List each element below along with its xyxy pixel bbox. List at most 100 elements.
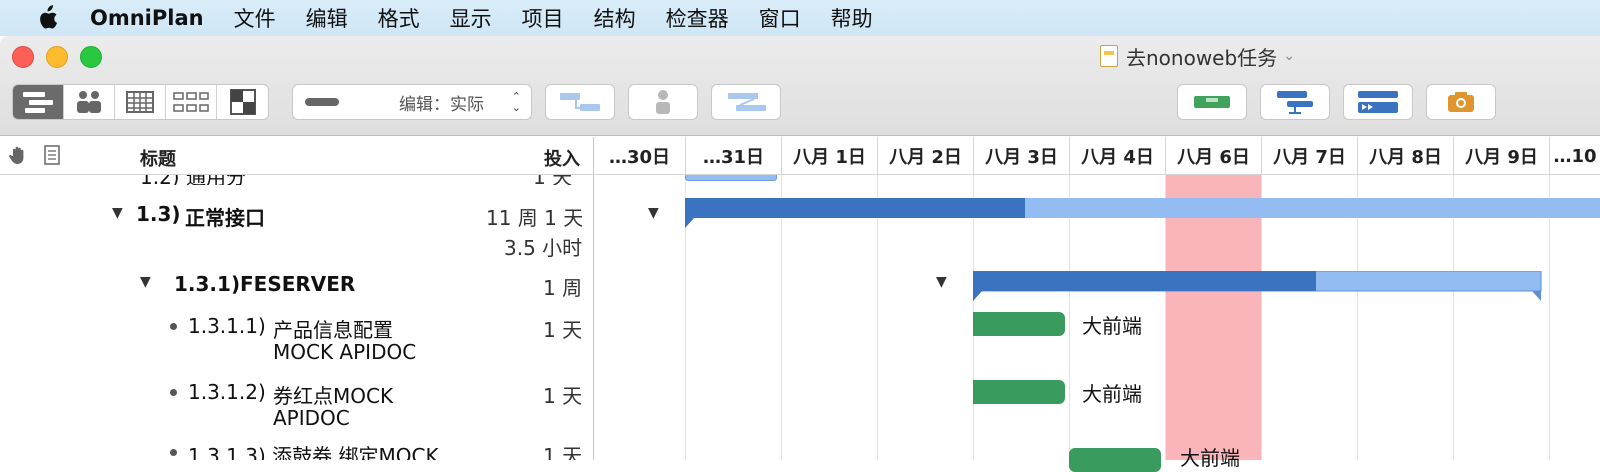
note-icon[interactable] [44,145,60,169]
menu-window[interactable]: 窗口 [759,3,801,33]
resource-label: 大前端 [1180,446,1240,470]
calendar-view-button[interactable] [115,85,166,119]
hierarchy-icon [1277,91,1313,114]
assign-resource-button[interactable] [628,84,698,120]
date-header: 八月 3日 [973,137,1069,175]
title-column-header[interactable]: 标题 [140,145,176,171]
task-title[interactable]: FESERVER [240,272,355,296]
menu-project[interactable]: 项目 [522,3,564,33]
split-task-button[interactable] [711,84,781,120]
group-bar-1-3-1[interactable] [973,271,1543,303]
task-view-button[interactable] [13,85,64,119]
task-bar-1-3-1-2[interactable] [973,380,1065,404]
hand-icon[interactable] [8,145,28,169]
chevron-down-icon: ⌄ [1283,48,1295,64]
checker-icon [229,89,256,115]
actual-bar-icon [305,98,339,106]
menu-structure[interactable]: 结构 [594,3,636,33]
resource-label: 大前端 [1082,314,1142,338]
styles-view-button[interactable] [217,85,268,119]
task-effort-detail: 3.5 小时 [504,236,583,260]
task-title[interactable]: 正常接口 [185,202,265,231]
view-mode-control [12,84,269,120]
date-header: 八月 7日 [1261,137,1357,175]
people-icon [77,91,101,113]
menu-inspectors[interactable]: 检查器 [666,3,729,33]
task-number: 1.3) [136,202,181,226]
column-header-row: 标题 投入 …30日 …31日 八月 1日 八月 2日 八月 3日 八月 4日 … [0,137,1600,175]
calendar-icon [126,91,154,113]
catch-up-button[interactable] [1343,84,1413,120]
date-header: …10 [1549,137,1600,175]
camera-icon [1448,92,1474,112]
date-header: 八月 6日 [1165,137,1261,175]
task-title: 1.2) 通用分 [140,175,246,185]
menu-file[interactable]: 文件 [234,3,276,33]
effort-column-header[interactable]: 投入 [544,145,580,171]
edit-mode-popup[interactable]: 编辑：实际 ⌃ ⌄ [292,84,532,120]
stepper-arrows-icon: ⌃ ⌄ [511,90,521,114]
task-bullet-icon [170,323,177,330]
date-header: 八月 2日 [877,137,973,175]
task-number: 1.3.1.1) [188,314,266,338]
task-bullet-icon [170,389,177,396]
task-effort: 1 天 [533,175,572,185]
menu-view[interactable]: 显示 [450,3,492,33]
date-header: 八月 9日 [1453,137,1549,175]
task-bar-1-3-1-3[interactable] [1069,448,1161,472]
disclosure-triangle-icon[interactable]: ▼ [112,205,123,221]
task-effort[interactable]: 1 天 [543,314,582,343]
snapshot-button[interactable] [1426,84,1496,120]
document-icon [1100,45,1118,67]
menu-bar: OmniPlan 文件 编辑 格式 显示 项目 结构 检查器 窗口 帮助 [0,0,1600,36]
task-number: 1.3.1.2) [188,380,266,404]
zoom-window-button[interactable] [80,46,102,68]
task-title[interactable]: 券红点MOCK [273,380,393,409]
task-title-line2[interactable]: MOCK APIDOC [273,340,416,364]
center-task-button[interactable] [1260,84,1330,120]
outline-row-partial[interactable]: 1.2) 通用分 1 天 [0,175,593,185]
task-bar-1-3-1-1[interactable] [973,312,1065,336]
menu-format[interactable]: 格式 [378,3,420,33]
person-icon [656,90,670,114]
task-bullet-icon [170,449,177,456]
date-header: …30日 [593,137,685,175]
date-header: 八月 1日 [781,137,877,175]
task-title-line2[interactable]: APIDOC [273,406,350,430]
document-title[interactable]: 去nonoweb任务 ⌄ [1100,42,1295,70]
task-title[interactable]: 产品信息配置 [273,314,393,343]
group-bar-1-3[interactable] [685,198,1600,230]
resource-label: 大前端 [1082,382,1142,406]
minimize-window-button[interactable] [46,46,68,68]
task-view-icon [23,92,53,113]
menu-help[interactable]: 帮助 [831,3,873,33]
split-task-icon [728,93,766,111]
task-title: 1.3.1.3) 添鼓券 绑定MOCK [188,444,439,460]
network-icon [173,92,209,112]
date-header: …31日 [685,137,781,175]
outline-gantt-divider[interactable] [593,137,594,460]
task-effort[interactable]: 1 周 [543,272,582,301]
task-effort[interactable]: 11 周 1 天 [486,202,583,231]
apple-icon[interactable] [32,5,62,31]
outline-row-partial[interactable]: 1.3.1.3) 添鼓券 绑定MOCK 1 天 [0,440,593,460]
close-window-button[interactable] [12,46,34,68]
disclosure-triangle-icon[interactable]: ▼ [936,274,947,290]
menu-edit[interactable]: 编辑 [306,3,348,33]
date-header: 八月 8日 [1357,137,1453,175]
level-icon [1194,96,1230,108]
network-view-button[interactable] [166,85,217,119]
disclosure-triangle-icon[interactable]: ▼ [648,205,659,221]
task-effort[interactable]: 1 天 [543,380,582,409]
connect-tasks-button[interactable] [545,84,615,120]
level-resources-button[interactable] [1177,84,1247,120]
task-number: 1.3.1) [174,272,241,296]
disclosure-triangle-icon[interactable]: ▼ [140,274,151,290]
resource-view-button[interactable] [64,85,115,119]
window-toolbar: 去nonoweb任务 ⌄ 编辑：实际 ⌃ ⌄ [0,36,1600,136]
task-bar-partial[interactable] [685,175,777,181]
fast-forward-icon [1358,91,1398,113]
connect-tasks-icon [560,93,600,111]
menu-app-name[interactable]: OmniPlan [90,6,204,30]
date-header: 八月 4日 [1069,137,1165,175]
